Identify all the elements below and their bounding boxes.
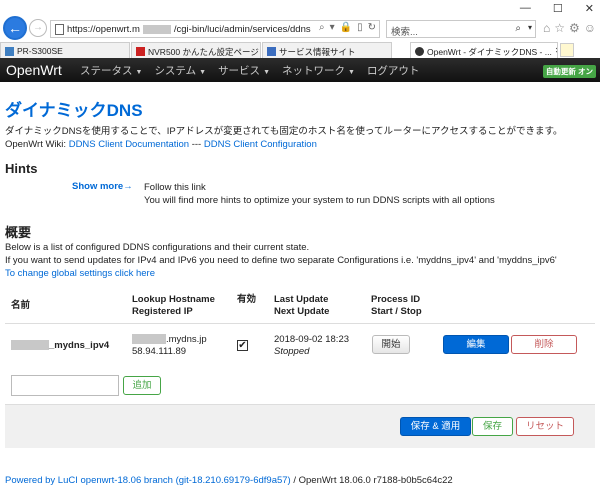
tab-openwrt-ddns[interactable]: OpenWrt - ダイナミックDNS - ... ✕ [410, 42, 558, 58]
lock-icon[interactable]: 🔒 [340, 22, 352, 33]
redacted-block [11, 340, 49, 351]
tab-label: サービス情報サイト [279, 47, 356, 57]
wiki-links: OpenWrt Wiki: DDNS Client Documentation … [5, 139, 317, 150]
caret-down-icon: ▼ [263, 68, 270, 76]
window-titlebar: — ☐ ✕ [0, 0, 600, 18]
table-divider [5, 323, 595, 324]
page-title: ダイナミックDNS [5, 101, 143, 120]
dropdown-icon[interactable]: ▾ [528, 23, 532, 32]
col-lookup: Lookup Hostname Registered IP [132, 294, 215, 317]
favicon-icon [5, 47, 14, 56]
tab-strip: PR-S300SE NVR500 かんたん設定ページ [ Rev... サービス… [0, 42, 600, 59]
minimize-icon[interactable]: — [520, 2, 531, 15]
action-bar: 保存 & 適用 保存 リセット [5, 404, 595, 448]
ddns-doc-link[interactable]: DDNS Client Documentation [69, 139, 189, 150]
autorefresh-badge[interactable]: 自動更新 オン [542, 65, 596, 78]
edit-button[interactable]: 編集 [443, 335, 509, 354]
new-tab-button[interactable] [560, 43, 574, 57]
tab-label: PR-S300SE [17, 46, 63, 56]
tab-nvr500[interactable]: NVR500 かんたん設定ページ [ Rev... [131, 42, 261, 58]
maximize-icon[interactable]: ☐ [553, 2, 563, 15]
refresh-icon[interactable]: ↻ [368, 22, 376, 33]
lookup-cell: .mydns.jp 58.94.111.89 [132, 334, 207, 357]
compat-icon[interactable]: ▯ [357, 22, 363, 33]
add-button[interactable]: 追加 [123, 376, 161, 395]
show-more-link[interactable]: Show more→ [72, 181, 133, 192]
openwrt-header: OpenWrt ステータス ▼ システム ▼ サービス ▼ ネットワーク ▼ ログアウト… [0, 58, 600, 82]
hint-text: Follow this link You will find more hint… [144, 182, 495, 206]
back-arrow-icon[interactable]: ← [3, 16, 27, 40]
delete-button[interactable]: 削除 [511, 335, 577, 354]
tab-label: NVR500 かんたん設定ページ [ Rev... [148, 47, 260, 57]
config-name: _mydns_ipv4 [11, 340, 109, 352]
caret-down-icon: ▼ [348, 68, 355, 76]
search-icon[interactable]: ⌕ [319, 22, 325, 33]
url-prefix: https://openwrt.m [67, 23, 140, 35]
address-bar[interactable]: https://openwrt.m/cgi-bin/luci/admin/ser… [50, 20, 380, 38]
enabled-checkbox[interactable]: ✔ [237, 340, 248, 351]
favicon-icon [136, 47, 145, 56]
tab-service-info[interactable]: サービス情報サイト [262, 42, 392, 58]
caret-down-icon: ▼ [199, 68, 207, 76]
address-actions: ⌕ ▾ 🔒 ▯ ↻ [319, 22, 376, 33]
global-settings-link[interactable]: To change global settings click here [5, 268, 155, 279]
hints-heading: Hints [5, 161, 38, 176]
smiley-icon[interactable]: ☺ [584, 21, 596, 35]
redacted-block [132, 334, 166, 345]
browser-tools: ⌂ ☆ ⚙ ☺ [543, 21, 596, 35]
save-button[interactable]: 保存 [472, 417, 513, 436]
brand-logo[interactable]: OpenWrt [0, 62, 76, 78]
menu-status[interactable]: ステータス ▼ [80, 63, 142, 78]
main-menu: ステータス ▼ システム ▼ サービス ▼ ネットワーク ▼ ログアウト [76, 63, 419, 78]
search-box[interactable]: 検索... ⌕ ▾ [386, 20, 536, 38]
overview-description: Below is a list of configured DDNS confi… [5, 242, 557, 279]
last-update: 2018-09-02 18:23 [274, 334, 350, 345]
favicon-icon [415, 47, 424, 56]
page-icon [55, 23, 64, 35]
footer: Powered by LuCI openwrt-18.06 branch (gi… [5, 475, 453, 486]
forward-arrow-icon[interactable]: → [29, 19, 47, 37]
col-name: 名前 [11, 300, 31, 311]
redacted-block [142, 24, 171, 34]
luci-link[interactable]: Powered by LuCI openwrt-18.06 branch (gi… [5, 475, 291, 486]
search-placeholder: 検索... [391, 27, 418, 38]
url-suffix: /cgi-bin/luci/admin/services/ddns [173, 23, 311, 35]
tab-label: OpenWrt - ダイナミックDNS - ... [427, 47, 552, 57]
address-row: ← → https://openwrt.m/cgi-bin/luci/admin… [0, 16, 600, 42]
close-tab-icon[interactable]: ✕ [555, 46, 557, 58]
menu-logout[interactable]: ログアウト [367, 63, 420, 78]
window-controls: — ☐ ✕ [520, 2, 594, 15]
new-config-input[interactable] [11, 375, 119, 396]
col-update: Last Update Next Update [274, 294, 330, 317]
tab-pr-s300se[interactable]: PR-S300SE [0, 42, 130, 58]
close-icon[interactable]: ✕ [585, 2, 594, 15]
start-button[interactable]: 開始 [372, 335, 410, 354]
dropdown-icon[interactable]: ▾ [330, 22, 335, 33]
col-enabled: 有効 [237, 294, 257, 305]
search-icon[interactable]: ⌕ [515, 23, 521, 34]
favicon-icon [267, 47, 276, 56]
reset-button[interactable]: リセット [516, 417, 574, 436]
caret-down-icon: ▼ [135, 68, 143, 76]
page-description: ダイナミックDNSを使用することで、IPアドレスが変更されても固定のホスト名を使… [5, 125, 595, 151]
next-update: Stopped [274, 346, 310, 357]
ddns-config-link[interactable]: DDNS Client Configuration [204, 139, 317, 150]
col-process: Process ID Start / Stop [371, 294, 422, 317]
home-icon[interactable]: ⌂ [543, 21, 550, 35]
save-apply-button[interactable]: 保存 & 適用 [400, 417, 471, 436]
gear-icon[interactable]: ⚙ [569, 21, 580, 35]
menu-network[interactable]: ネットワーク ▼ [282, 63, 355, 78]
update-cell: 2018-09-02 18:23 Stopped [274, 334, 349, 358]
star-icon[interactable]: ☆ [554, 21, 565, 35]
menu-services[interactable]: サービス ▼ [218, 63, 270, 78]
page-intro: ダイナミックDNS ダイナミックDNSを使用することで、IPアドレスが変更されて… [5, 96, 595, 151]
overview-heading: 概要 [5, 225, 32, 240]
menu-system[interactable]: システム ▼ [154, 63, 206, 78]
registered-ip: 58.94.111.89 [132, 346, 187, 357]
